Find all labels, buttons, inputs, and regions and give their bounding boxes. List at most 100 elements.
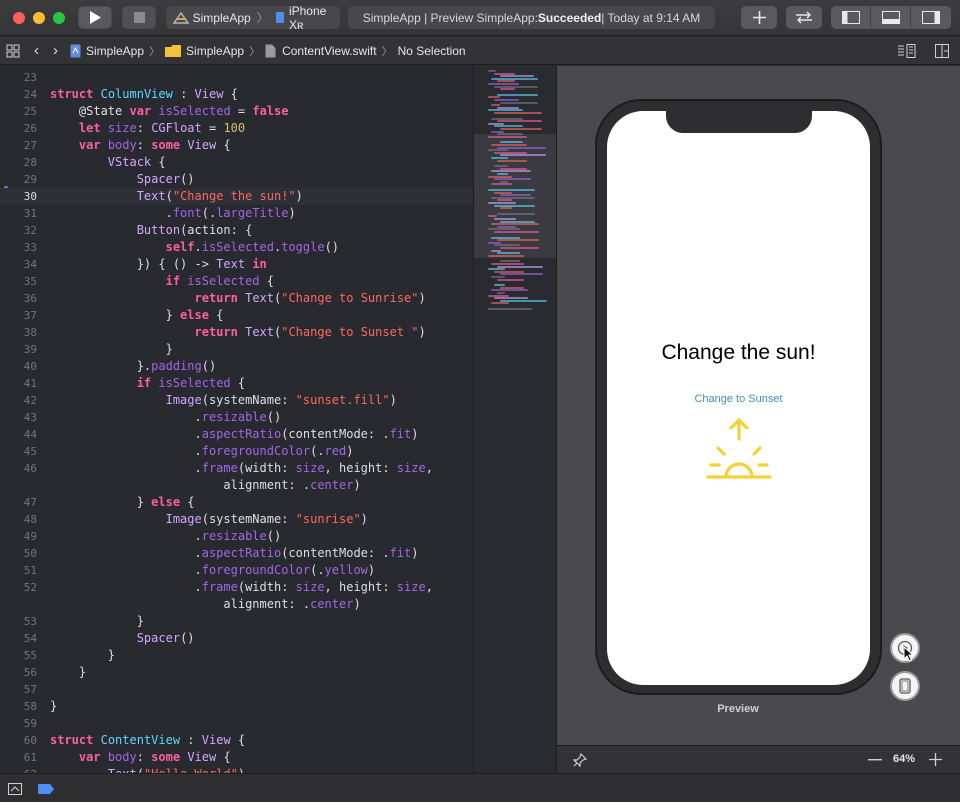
related-items-grid-icon[interactable] (6, 44, 20, 58)
zoom-in-icon[interactable] (929, 753, 942, 766)
code-line[interactable]: 47 } else { (0, 494, 473, 511)
line-number: 62 (0, 766, 37, 773)
code-line[interactable]: 53 } (0, 613, 473, 630)
preview-on-device-button[interactable] (890, 671, 920, 701)
code-line[interactable]: 51 .foregroundColor(.yellow) (0, 562, 473, 579)
jumpbar-folder-label: SimpleApp (186, 43, 245, 58)
minimap-line (491, 289, 528, 292)
code-line[interactable]: 62 Text("Hello World") (0, 766, 473, 773)
code-text: } (50, 699, 58, 713)
device-screen: Change the sun! Change to Sunset (607, 111, 870, 685)
inspector-toggle[interactable] (911, 6, 951, 29)
pin-icon[interactable] (573, 753, 587, 767)
code-line[interactable]: 40 }.padding() (0, 358, 473, 375)
code-line[interactable]: 48 Image(systemName: "sunrise") (0, 511, 473, 528)
library-button[interactable] (741, 6, 777, 29)
minimize-window-button[interactable] (33, 12, 45, 24)
code-review-button[interactable] (786, 6, 822, 29)
navigator-toggle[interactable] (831, 6, 871, 29)
code-line[interactable]: 31 .font(.largeTitle) (0, 205, 473, 222)
code-line[interactable]: 42 Image(systemName: "sunset.fill") (0, 392, 473, 409)
code-line[interactable]: 44 .aspectRatio(contentMode: .fit) (0, 426, 473, 443)
code-line[interactable]: alignment: .center) (0, 477, 473, 494)
code-line[interactable]: 54 Spacer() (0, 630, 473, 647)
preview-change-button[interactable]: Change to Sunset (607, 393, 870, 405)
code-text: } (50, 342, 173, 356)
hide-debug-area-icon[interactable] (8, 783, 22, 795)
jumpbar-project[interactable]: SimpleApp (70, 44, 144, 58)
code-line[interactable]: 46 .frame(width: size, height: size, (0, 460, 473, 477)
code-line[interactable]: 41 if isSelected { (0, 375, 473, 392)
code-line[interactable]: 32 Button(action: { (0, 222, 473, 239)
minimap[interactable] (473, 66, 557, 773)
back-chevron-icon[interactable]: ‹ (34, 42, 39, 59)
code-line[interactable]: 23 (0, 69, 473, 86)
line-number: 52 (23, 581, 37, 594)
code-line[interactable]: 61 var body: some View { (0, 749, 473, 766)
code-line[interactable]: 57 (0, 681, 473, 698)
code-text: if isSelected { (136, 376, 246, 390)
code-text: .aspectRatio(contentMode: .fit) (50, 546, 419, 560)
line-number: 46 (23, 462, 37, 475)
code-line[interactable]: 56 } (0, 664, 473, 681)
code-line[interactable]: 24 struct ColumnView : View { (0, 86, 473, 103)
code-line[interactable]: 37 } else { (0, 307, 473, 324)
breakpoint-icon[interactable] (38, 784, 54, 794)
code-line[interactable]: 43 .resizable() (0, 409, 473, 426)
code-line[interactable]: 27 var body: some View { (0, 137, 473, 154)
code-text: @State var isSelected = false (78, 104, 289, 118)
code-text: Spacer() (136, 631, 195, 645)
run-button[interactable] (78, 6, 112, 29)
code-line[interactable]: 50 .aspectRatio(contentMode: .fit) (0, 545, 473, 562)
forward-chevron-icon[interactable]: › (53, 42, 58, 59)
zoom-window-button[interactable] (53, 12, 65, 24)
minimap-line (500, 273, 543, 276)
code-line[interactable]: 59 (0, 715, 473, 732)
code-line[interactable]: 25 @State var isSelected = false (0, 103, 473, 120)
code-text: .frame(width: size, height: size, (50, 461, 433, 475)
code-line[interactable]: 26 let size: CGFloat = 100 (0, 120, 473, 137)
jumpbar-file[interactable]: ContentView.swift (265, 44, 377, 58)
close-window-button[interactable] (13, 12, 25, 24)
code-line[interactable]: 60 struct ContentView : View { (0, 732, 473, 749)
line-number: 25 (23, 105, 37, 118)
line-number: 55 (23, 649, 37, 662)
code-line[interactable]: 39 } (0, 341, 473, 358)
line-number: 40 (23, 360, 37, 373)
jumpbar-folder[interactable]: SimpleApp (165, 44, 244, 58)
code-line[interactable]: 36 return Text("Change to Sunrise") (0, 290, 473, 307)
jumpbar-selection[interactable]: No Selection (398, 44, 466, 58)
code-text: Image(systemName: "sunrise") (165, 512, 368, 526)
swap-arrows-icon (796, 11, 812, 24)
code-line[interactable]: 38 return Text("Change to Sunset ") (0, 324, 473, 341)
line-number: 44 (23, 428, 37, 441)
code-line[interactable]: 55 } (0, 647, 473, 664)
zoom-out-icon[interactable] (868, 759, 882, 761)
source-editor[interactable]: 23 24 struct ColumnView : View {25 @State … (0, 66, 473, 773)
code-line[interactable]: 30 Text("Change the sun!") (0, 188, 473, 205)
line-number: 61 (23, 751, 37, 764)
code-line[interactable]: 28 VStack { (0, 154, 473, 171)
editor-options-icon[interactable] (898, 43, 916, 58)
debug-area-toggle[interactable] (871, 6, 911, 29)
code-line[interactable]: 52 .frame(width: size, height: size, (0, 579, 473, 596)
code-line[interactable]: 49 .resizable() (0, 528, 473, 545)
code-text: }.padding() (50, 359, 217, 373)
code-line[interactable]: 34 }) { () -> Text in (0, 256, 473, 273)
minimap-line (497, 120, 542, 123)
code-line[interactable]: 45 .foregroundColor(.red) (0, 443, 473, 460)
code-line[interactable]: 35 if isSelected { (0, 273, 473, 290)
scheme-selector[interactable]: SimpleApp 〉 iPhone Xʀ (166, 4, 340, 32)
minimap-line (500, 247, 539, 249)
line-number: 33 (23, 241, 37, 254)
code-line[interactable]: 29 Spacer() (0, 171, 473, 188)
line-number: 30 (23, 190, 37, 203)
line-number: 26 (23, 122, 37, 135)
add-editor-icon[interactable] (935, 43, 949, 58)
code-line[interactable]: alignment: .center) (0, 596, 473, 613)
line-number: 29 (23, 173, 37, 186)
code-line[interactable]: 33 self.isSelected.toggle() (0, 239, 473, 256)
stop-button[interactable] (122, 6, 156, 29)
line-number: 47 (23, 496, 37, 509)
code-line[interactable]: 58} (0, 698, 473, 715)
